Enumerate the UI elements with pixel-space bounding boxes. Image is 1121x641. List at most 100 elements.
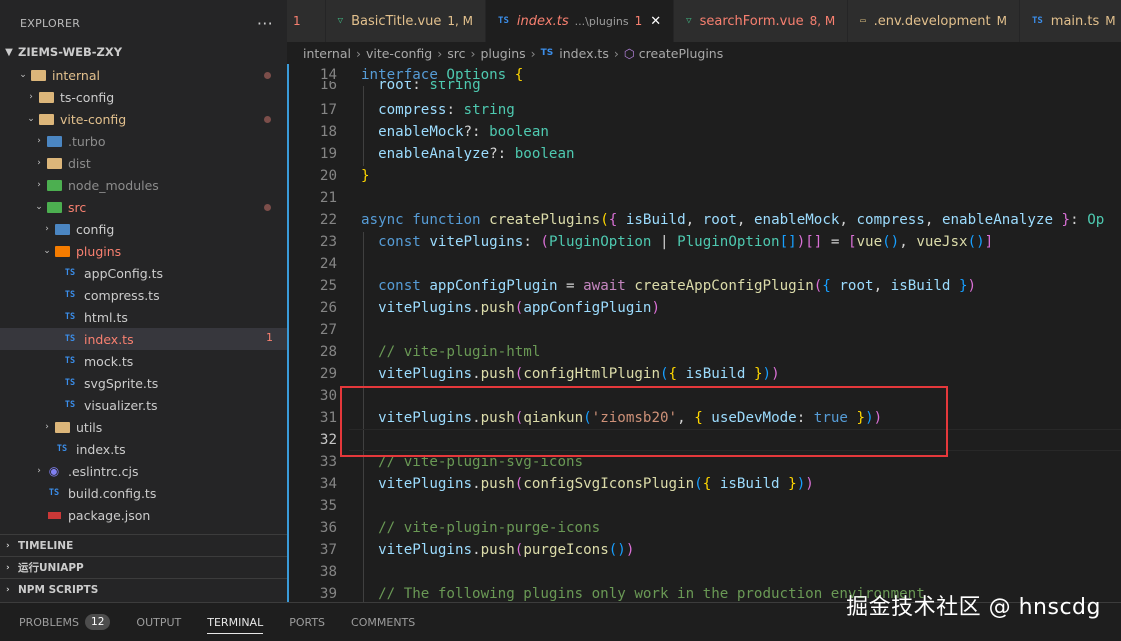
tree-item-label: .eslintrc.cjs [68,463,139,479]
line-number: 37 [319,542,337,558]
line-number: 32 [319,432,337,448]
folder-icon [38,90,54,104]
tree-item-label: src [68,199,87,215]
tree-item-vite-config[interactable]: ⌄ vite-config [0,108,287,130]
breadcrumb-item[interactable]: index.ts [559,46,609,61]
tab-overflow[interactable]: 1 [287,0,326,42]
timeline-section[interactable]: › TIMELINE [0,534,287,556]
typescript-icon: TS [64,400,76,410]
tree-item-appconfig-ts[interactable]: TS appConfig.ts [0,262,287,284]
code-line: 34 vitePlugins.push(configSvgIconsPlugin… [287,473,1121,495]
tree-item-index-ts-selected[interactable]: TS index.ts 1 [0,328,287,350]
uniapp-section[interactable]: › 运行UNIAPP [0,556,287,578]
tab-status: 8, M [809,14,836,28]
typescript-icon: TS [64,290,76,300]
line-number: 39 [319,586,337,602]
tree-item-src-index-ts[interactable]: TS index.ts [0,438,287,460]
code-text: // vite-plugin-html [378,344,541,360]
line-number: 16 [319,81,337,93]
project-name: ZIEMS-WEB-ZXY [18,45,123,59]
code-line: 24 [287,253,1121,275]
code-line: 16 root: string [287,81,1121,93]
tree-item-dist[interactable]: › dist [0,152,287,174]
more-actions-icon[interactable]: ··· [257,14,273,33]
code-line: 21 [287,187,1121,209]
typescript-icon: TS [64,312,76,322]
tree-item-package-json[interactable]: package.json [0,504,287,526]
typescript-icon: TS [64,268,76,278]
line-number: 35 [319,498,337,514]
close-icon[interactable]: ✕ [650,14,661,29]
tab-basictitle-vue[interactable]: ▽ BasicTitle.vue 1, M [325,0,487,42]
tab-label: searchForm.vue [699,13,804,29]
tab-problems[interactable]: PROBLEMS 12 [19,603,111,641]
tree-item-mock-ts[interactable]: TS mock.ts [0,350,287,372]
tree-item-svgsprite-ts[interactable]: TS svgSprite.ts [0,372,287,394]
tree-item-utils[interactable]: › utils [0,416,287,438]
line-number: 33 [319,454,337,470]
tree-item-visualizer-ts[interactable]: TS visualizer.ts [0,394,287,416]
modified-dot-icon [264,72,271,79]
line-number: 28 [319,344,337,360]
breadcrumb-item[interactable]: plugins [480,46,525,61]
code-line: 38 [287,561,1121,583]
chevron-right-icon: › [355,45,361,61]
chevron-right-icon: › [613,45,619,61]
folder-open-icon [54,244,70,258]
code-text: root: string [378,81,481,93]
tree-item-eslintrc[interactable]: › ◉ .eslintrc.cjs [0,460,287,482]
tree-item-config[interactable]: › config [0,218,287,240]
line-number: 34 [319,476,337,492]
folder-icon [54,420,70,434]
typescript-icon: TS [64,334,76,344]
tab-index-ts[interactable]: TS index.ts ...\plugins 1 ✕ [486,0,675,42]
ts-icon: TS [1031,16,1043,26]
tree-item-turbo[interactable]: › .turbo [0,130,287,152]
project-root[interactable]: ▼ ZIEMS-WEB-ZXY [0,42,287,62]
file-tree: ⌄ internal › ts-config ⌄ vite-config › .… [0,64,287,526]
tree-item-label: html.ts [84,309,128,325]
chevron-right-icon: › [470,45,476,61]
error-count-badge: 1 [266,331,273,344]
tab-path: ...\plugins [574,14,629,28]
breadcrumb-item[interactable]: vite-config [366,46,432,61]
chevron-right-icon: › [6,540,10,551]
code-editor[interactable]: 14 interface Options { 16 root: string 1… [287,64,1121,602]
chevron-right-icon: › [45,422,49,432]
tree-item-html-ts[interactable]: TS html.ts [0,306,287,328]
tab-env-development[interactable]: ▭ .env.development M [848,0,1020,42]
breadcrumb-item[interactable]: internal [303,46,351,61]
tab-status: M [1105,14,1116,28]
annotation-highlight-box [340,386,948,457]
tab-label: .env.development [873,13,991,29]
tab-comments[interactable]: COMMENTS [351,603,415,641]
code-line: 23 const vitePlugins: (PluginOption | Pl… [287,231,1121,253]
npm-scripts-section[interactable]: › NPM SCRIPTS [0,578,287,600]
ts-icon: TS [498,16,509,26]
tree-item-node-modules[interactable]: › node_modules [0,174,287,196]
tree-item-ts-config[interactable]: › ts-config [0,86,287,108]
explorer-header: EXPLORER ··· [0,0,287,46]
folder-icon [46,134,62,148]
tree-item-label: appConfig.ts [84,265,164,281]
breadcrumb-item[interactable]: src [447,46,465,61]
modified-dot-icon [264,204,271,211]
tab-searchform-vue[interactable]: ▽ searchForm.vue 8, M [674,0,849,42]
line-number: 19 [319,146,337,162]
code-text: enableMock?: boolean [378,124,549,140]
tab-output[interactable]: OUTPUT [136,603,181,641]
tab-main-ts[interactable]: TS main.ts M [1019,0,1121,42]
tree-item-label: config [76,221,115,237]
breadcrumb-item[interactable]: createPlugins [639,46,723,61]
code-text: } [361,168,370,184]
tree-item-compress-ts[interactable]: TS compress.ts [0,284,287,306]
tree-item-src[interactable]: ⌄ src [0,196,287,218]
chevron-right-icon: › [29,92,33,102]
tab-status: 1, M [447,14,474,28]
tree-item-internal[interactable]: ⌄ internal [0,64,287,86]
tree-item-label: plugins [76,243,122,259]
tree-item-plugins[interactable]: ⌄ plugins [0,240,287,262]
tab-terminal[interactable]: TERMINAL [207,603,263,641]
tree-item-build-config-ts[interactable]: TS build.config.ts [0,482,287,504]
tab-ports[interactable]: PORTS [289,603,325,641]
